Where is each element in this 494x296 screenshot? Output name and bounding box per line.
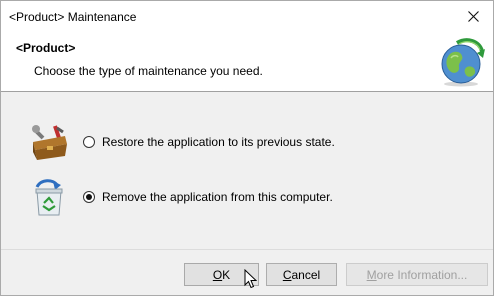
ok-access-key: O	[212, 267, 223, 282]
close-icon	[467, 10, 479, 22]
recycle-bin-icon	[35, 179, 63, 216]
restore-label[interactable]: Restore the application to its previous …	[102, 135, 335, 149]
close-button[interactable]	[453, 1, 493, 31]
cancel-label-rest: ancel	[291, 267, 321, 282]
ok-label-rest: K	[222, 267, 231, 282]
globe-install-icon	[441, 38, 485, 87]
title-bar: <Product> Maintenance	[1, 1, 493, 31]
more-information-button[interactable]: More Information...	[346, 263, 488, 286]
mouse-cursor-icon	[244, 269, 257, 289]
option-remove[interactable]: Remove the application from this compute…	[29, 177, 333, 217]
window-title: <Product> Maintenance	[9, 10, 137, 24]
restore-radio[interactable]	[83, 136, 95, 148]
more-access-key: M	[366, 267, 377, 282]
option-restore[interactable]: Restore the application to its previous …	[29, 122, 335, 162]
header-subtitle: Choose the type of maintenance you need.	[34, 64, 263, 78]
toolbox-repair-icon	[32, 125, 67, 160]
header-title: <Product>	[16, 41, 76, 55]
more-label-rest: ore Information...	[376, 267, 468, 282]
footer-divider	[1, 249, 493, 250]
cancel-access-key: C	[282, 267, 292, 282]
cancel-button[interactable]: Cancel	[266, 263, 337, 286]
dialog-header: <Product> Choose the type of maintenance…	[1, 31, 493, 92]
remove-radio[interactable]	[83, 191, 95, 203]
maintenance-dialog: <Product> Maintenance <Product> Choose t…	[0, 0, 494, 296]
remove-label[interactable]: Remove the application from this compute…	[102, 190, 333, 204]
